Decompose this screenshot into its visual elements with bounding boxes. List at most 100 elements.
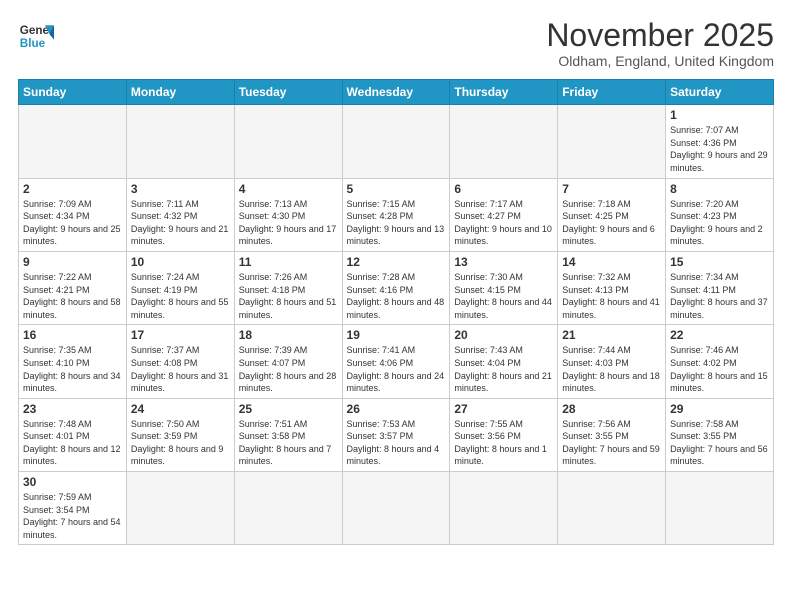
table-row — [19, 105, 127, 178]
day-info: Sunrise: 7:09 AM Sunset: 4:34 PM Dayligh… — [23, 198, 122, 248]
table-row: 10 Sunrise: 7:24 AM Sunset: 4:19 PM Dayli… — [126, 251, 234, 324]
day-number: 7 — [562, 182, 661, 196]
table-row: 19Sunrise: 7:41 AM Sunset: 4:06 PM Dayli… — [342, 325, 450, 398]
day-info: Sunrise: 7:13 AM Sunset: 4:30 PM Dayligh… — [239, 198, 338, 248]
week-row-5: 30Sunrise: 7:59 AM Sunset: 3:54 PM Dayli… — [19, 472, 774, 545]
day-number: 21 — [562, 328, 661, 342]
day-info: Sunrise: 7:35 AM Sunset: 4:10 PM Dayligh… — [23, 344, 122, 394]
day-info: Sunrise: 7:11 AM Sunset: 4:32 PM Dayligh… — [131, 198, 230, 248]
calendar-page: General Blue November 2025 Oldham, Engla… — [0, 0, 792, 555]
calendar-table: Sunday Monday Tuesday Wednesday Thursday… — [18, 79, 774, 545]
table-row: 1Sunrise: 7:07 AM Sunset: 4:36 PM Daylig… — [666, 105, 774, 178]
table-row: 3 Sunrise: 7:11 AM Sunset: 4:32 PM Daylig… — [126, 178, 234, 251]
table-row: 2 Sunrise: 7:09 AM Sunset: 4:34 PM Daylig… — [19, 178, 127, 251]
table-row — [126, 105, 234, 178]
header-friday: Friday — [558, 80, 666, 105]
table-row: 29Sunrise: 7:58 AM Sunset: 3:55 PM Dayli… — [666, 398, 774, 471]
calendar-title: November 2025 — [546, 18, 774, 53]
day-number: 1 — [670, 108, 769, 122]
table-row: 8 Sunrise: 7:20 AM Sunset: 4:23 PM Daylig… — [666, 178, 774, 251]
day-number: 2 — [23, 182, 122, 196]
day-number: 12 — [347, 255, 446, 269]
table-row — [450, 105, 558, 178]
day-number: 23 — [23, 402, 122, 416]
day-info: Sunrise: 7:22 AM Sunset: 4:21 PM Dayligh… — [23, 271, 122, 321]
table-row: 20Sunrise: 7:43 AM Sunset: 4:04 PM Dayli… — [450, 325, 558, 398]
day-info: Sunrise: 7:32 AM Sunset: 4:13 PM Dayligh… — [562, 271, 661, 321]
day-number: 28 — [562, 402, 661, 416]
day-info: Sunrise: 7:18 AM Sunset: 4:25 PM Dayligh… — [562, 198, 661, 248]
table-row: 21 Sunrise: 7:44 AM Sunset: 4:03 PM Dayli… — [558, 325, 666, 398]
day-info: Sunrise: 7:37 AM Sunset: 4:08 PM Dayligh… — [131, 344, 230, 394]
day-number: 24 — [131, 402, 230, 416]
day-info: Sunrise: 7:26 AM Sunset: 4:18 PM Dayligh… — [239, 271, 338, 321]
day-number: 18 — [239, 328, 338, 342]
header-monday: Monday — [126, 80, 234, 105]
day-info: Sunrise: 7:34 AM Sunset: 4:11 PM Dayligh… — [670, 271, 769, 321]
day-number: 15 — [670, 255, 769, 269]
day-info: Sunrise: 7:58 AM Sunset: 3:55 PM Dayligh… — [670, 418, 769, 468]
day-info: Sunrise: 7:56 AM Sunset: 3:55 PM Dayligh… — [562, 418, 661, 468]
table-row — [558, 105, 666, 178]
table-row: 11 Sunrise: 7:26 AM Sunset: 4:18 PM Dayli… — [234, 251, 342, 324]
table-row — [234, 105, 342, 178]
day-number: 30 — [23, 475, 122, 489]
header-thursday: Thursday — [450, 80, 558, 105]
day-number: 25 — [239, 402, 338, 416]
table-row — [342, 472, 450, 545]
header: General Blue November 2025 Oldham, Engla… — [18, 18, 774, 69]
week-row-3: 16 Sunrise: 7:35 AM Sunset: 4:10 PM Dayli… — [19, 325, 774, 398]
svg-text:Blue: Blue — [20, 37, 46, 50]
day-number: 16 — [23, 328, 122, 342]
table-row: 17 Sunrise: 7:37 AM Sunset: 4:08 PM Dayli… — [126, 325, 234, 398]
day-number: 8 — [670, 182, 769, 196]
table-row: 15 Sunrise: 7:34 AM Sunset: 4:11 PM Dayli… — [666, 251, 774, 324]
logo: General Blue — [18, 18, 54, 54]
day-info: Sunrise: 7:39 AM Sunset: 4:07 PM Dayligh… — [239, 344, 338, 394]
table-row: 27Sunrise: 7:55 AM Sunset: 3:56 PM Dayli… — [450, 398, 558, 471]
title-area: November 2025 Oldham, England, United Ki… — [546, 18, 774, 69]
table-row: 14Sunrise: 7:32 AM Sunset: 4:13 PM Dayli… — [558, 251, 666, 324]
day-info: Sunrise: 7:50 AM Sunset: 3:59 PM Dayligh… — [131, 418, 230, 468]
week-row-2: 9 Sunrise: 7:22 AM Sunset: 4:21 PM Daylig… — [19, 251, 774, 324]
day-info: Sunrise: 7:17 AM Sunset: 4:27 PM Dayligh… — [454, 198, 553, 248]
table-row: 25 Sunrise: 7:51 AM Sunset: 3:58 PM Dayli… — [234, 398, 342, 471]
day-number: 10 — [131, 255, 230, 269]
day-number: 19 — [347, 328, 446, 342]
day-info: Sunrise: 7:20 AM Sunset: 4:23 PM Dayligh… — [670, 198, 769, 248]
week-row-4: 23 Sunrise: 7:48 AM Sunset: 4:01 PM Dayli… — [19, 398, 774, 471]
day-info: Sunrise: 7:46 AM Sunset: 4:02 PM Dayligh… — [670, 344, 769, 394]
table-row: 4 Sunrise: 7:13 AM Sunset: 4:30 PM Daylig… — [234, 178, 342, 251]
table-row — [342, 105, 450, 178]
day-info: Sunrise: 7:51 AM Sunset: 3:58 PM Dayligh… — [239, 418, 338, 468]
logo-icon: General Blue — [18, 18, 54, 54]
day-info: Sunrise: 7:15 AM Sunset: 4:28 PM Dayligh… — [347, 198, 446, 248]
table-row: 7 Sunrise: 7:18 AM Sunset: 4:25 PM Daylig… — [558, 178, 666, 251]
table-row: 16 Sunrise: 7:35 AM Sunset: 4:10 PM Dayli… — [19, 325, 127, 398]
day-info: Sunrise: 7:24 AM Sunset: 4:19 PM Dayligh… — [131, 271, 230, 321]
day-number: 26 — [347, 402, 446, 416]
day-number: 11 — [239, 255, 338, 269]
weekday-header-row: Sunday Monday Tuesday Wednesday Thursday… — [19, 80, 774, 105]
day-number: 5 — [347, 182, 446, 196]
table-row — [234, 472, 342, 545]
day-info: Sunrise: 7:44 AM Sunset: 4:03 PM Dayligh… — [562, 344, 661, 394]
day-number: 3 — [131, 182, 230, 196]
table-row: 24 Sunrise: 7:50 AM Sunset: 3:59 PM Dayli… — [126, 398, 234, 471]
table-row: 9 Sunrise: 7:22 AM Sunset: 4:21 PM Daylig… — [19, 251, 127, 324]
header-tuesday: Tuesday — [234, 80, 342, 105]
day-number: 4 — [239, 182, 338, 196]
table-row: 13Sunrise: 7:30 AM Sunset: 4:15 PM Dayli… — [450, 251, 558, 324]
day-info: Sunrise: 7:55 AM Sunset: 3:56 PM Dayligh… — [454, 418, 553, 468]
table-row: 22Sunrise: 7:46 AM Sunset: 4:02 PM Dayli… — [666, 325, 774, 398]
day-number: 6 — [454, 182, 553, 196]
table-row — [666, 472, 774, 545]
day-number: 20 — [454, 328, 553, 342]
day-number: 9 — [23, 255, 122, 269]
table-row — [126, 472, 234, 545]
table-row: 5 Sunrise: 7:15 AM Sunset: 4:28 PM Daylig… — [342, 178, 450, 251]
day-info: Sunrise: 7:48 AM Sunset: 4:01 PM Dayligh… — [23, 418, 122, 468]
day-number: 17 — [131, 328, 230, 342]
header-wednesday: Wednesday — [342, 80, 450, 105]
week-row-1: 2 Sunrise: 7:09 AM Sunset: 4:34 PM Daylig… — [19, 178, 774, 251]
